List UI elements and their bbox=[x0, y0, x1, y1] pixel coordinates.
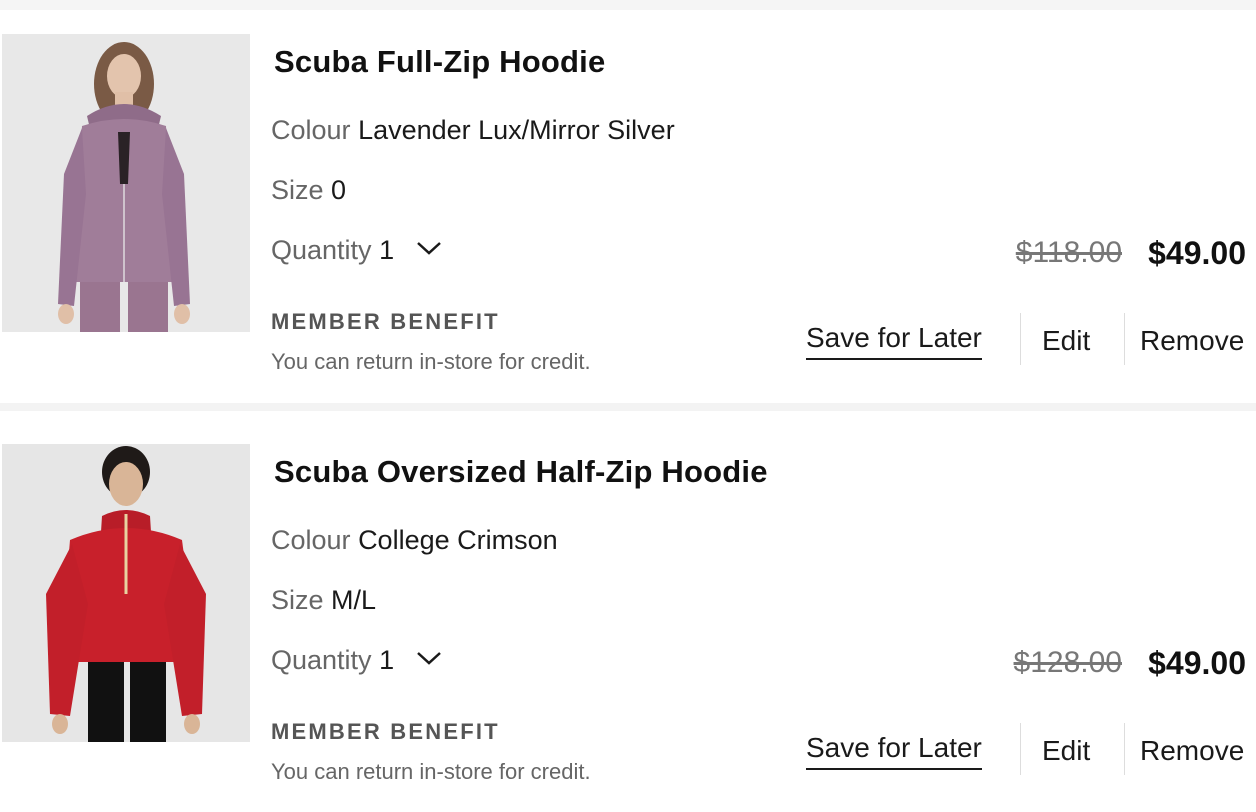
sale-price: $49.00 bbox=[1148, 645, 1246, 681]
colour-attribute: Colour College Crimson bbox=[271, 525, 558, 556]
size-attribute: Size 0 bbox=[271, 175, 346, 206]
remove-button[interactable]: Remove bbox=[1140, 735, 1244, 767]
chevron-down-icon[interactable] bbox=[416, 240, 442, 256]
quantity-label: Quantity bbox=[271, 645, 372, 675]
product-image-full-zip-hoodie[interactable] bbox=[2, 34, 250, 332]
colour-label: Colour bbox=[271, 525, 351, 555]
item-divider bbox=[0, 403, 1256, 411]
edit-button[interactable]: Edit bbox=[1042, 735, 1090, 767]
size-attribute: Size M/L bbox=[271, 585, 376, 616]
member-benefit-title: MEMBER BENEFIT bbox=[271, 719, 500, 744]
top-divider bbox=[0, 0, 1256, 10]
member-benefit-title: MEMBER BENEFIT bbox=[271, 309, 500, 334]
size-value: M/L bbox=[331, 585, 377, 615]
product-title[interactable]: Scuba Oversized Half-Zip Hoodie bbox=[274, 454, 768, 490]
quantity-label: Quantity bbox=[271, 235, 372, 265]
colour-attribute: Colour Lavender Lux/Mirror Silver bbox=[271, 115, 675, 146]
original-price: $128.00 bbox=[1013, 646, 1122, 679]
action-divider bbox=[1124, 723, 1125, 775]
quantity-value: 1 bbox=[379, 645, 395, 675]
size-label: Size bbox=[271, 175, 324, 205]
size-value: 0 bbox=[331, 175, 347, 205]
chevron-down-icon[interactable] bbox=[416, 650, 442, 666]
quantity-selector[interactable]: Quantity 1 bbox=[271, 235, 442, 266]
action-divider bbox=[1020, 313, 1021, 365]
size-label: Size bbox=[271, 585, 324, 615]
save-for-later-button[interactable]: Save for Later bbox=[806, 322, 982, 360]
save-for-later-button[interactable]: Save for Later bbox=[806, 732, 982, 770]
quantity-value: 1 bbox=[379, 235, 395, 265]
edit-button[interactable]: Edit bbox=[1042, 325, 1090, 357]
product-title[interactable]: Scuba Full-Zip Hoodie bbox=[274, 44, 605, 80]
action-divider bbox=[1124, 313, 1125, 365]
sale-price: $49.00 bbox=[1148, 235, 1246, 271]
colour-label: Colour bbox=[271, 115, 351, 145]
product-image-half-zip-hoodie[interactable] bbox=[2, 444, 250, 742]
remove-button[interactable]: Remove bbox=[1140, 325, 1244, 357]
colour-value: Lavender Lux/Mirror Silver bbox=[358, 115, 675, 145]
quantity-selector[interactable]: Quantity 1 bbox=[271, 645, 442, 676]
action-divider bbox=[1020, 723, 1021, 775]
original-price: $118.00 bbox=[1015, 236, 1122, 269]
cart-item: Scuba Full-Zip Hoodie Colour Lavender Lu… bbox=[0, 10, 1256, 400]
colour-value: College Crimson bbox=[358, 525, 558, 555]
member-benefit-text: You can return in-store for credit. bbox=[271, 349, 591, 374]
member-benefit-text: You can return in-store for credit. bbox=[271, 759, 591, 784]
cart-item: Scuba Oversized Half-Zip Hoodie Colour C… bbox=[0, 420, 1256, 810]
